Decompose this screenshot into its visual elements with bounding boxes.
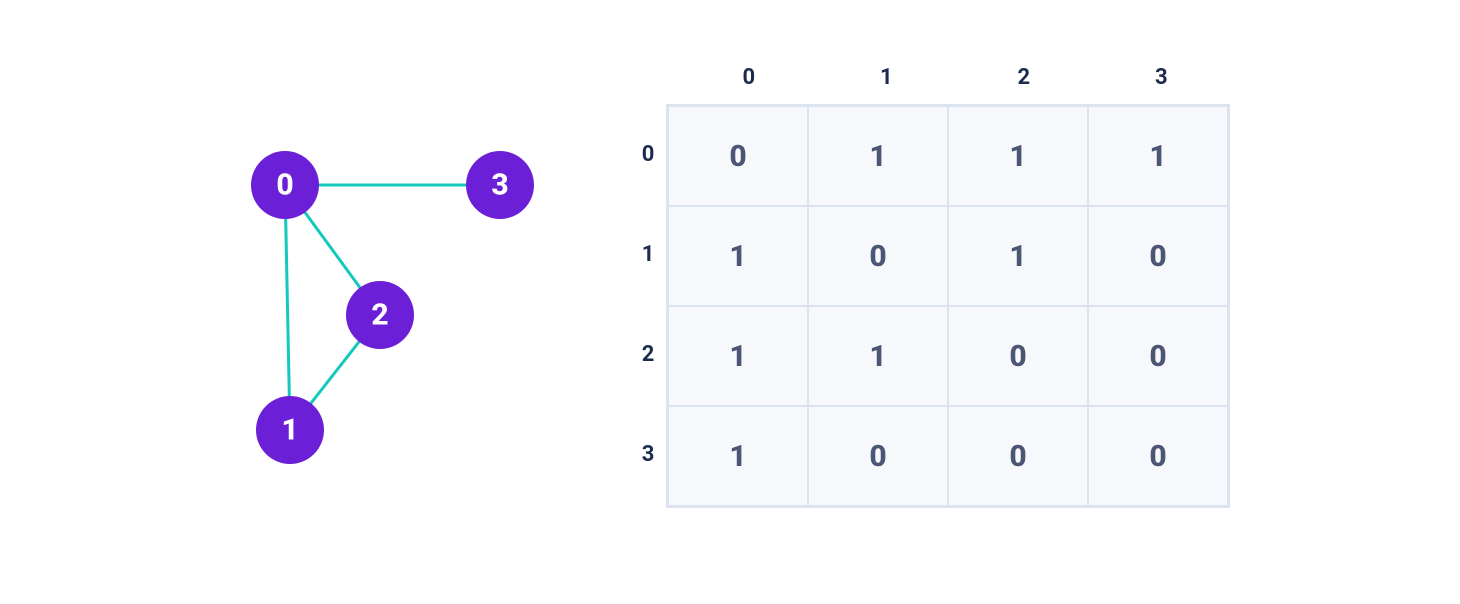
matrix-row-header: 1	[630, 204, 666, 304]
matrix-cell: 1	[668, 406, 808, 506]
graph-svg: 0 1 2 3	[230, 140, 560, 480]
matrix-cell: 0	[668, 106, 808, 206]
matrix-cell: 1	[808, 306, 948, 406]
matrix-cell: 0	[808, 206, 948, 306]
matrix-cell: 1	[808, 106, 948, 206]
graph-node-label: 1	[281, 413, 298, 448]
matrix-col-header: 0	[680, 65, 818, 104]
matrix-cell: 0	[1088, 306, 1228, 406]
graph-node: 3	[466, 151, 534, 219]
matrix-grid: 0111101011001000	[666, 104, 1230, 508]
matrix-cell: 0	[948, 406, 1088, 506]
graph-nodes: 0 1 2 3	[251, 151, 534, 464]
diagram-stage: 0123 0 1 2 3 0 1 2 3 0111101011001000	[0, 0, 1460, 604]
matrix-col-header: 2	[955, 65, 1093, 104]
matrix-col-headers: 0 1 2 3	[680, 65, 1230, 104]
matrix-cell: 1	[948, 106, 1088, 206]
graph-node: 1	[256, 396, 324, 464]
matrix-cell: 0	[808, 406, 948, 506]
graph-edge	[285, 185, 290, 430]
matrix-row-header: 0	[630, 104, 666, 204]
matrix-cell: 1	[668, 306, 808, 406]
graph-node-label: 0	[276, 168, 293, 203]
matrix-cell: 0	[1088, 206, 1228, 306]
graph-node: 2	[346, 281, 414, 349]
matrix-body: 0 1 2 3 0111101011001000	[630, 104, 1230, 508]
matrix-cell: 1	[668, 206, 808, 306]
matrix-row-header: 2	[630, 304, 666, 404]
graph-node-label: 2	[371, 298, 388, 333]
matrix-cell: 0	[948, 306, 1088, 406]
matrix-cell: 1	[948, 206, 1088, 306]
matrix-row-header: 3	[630, 404, 666, 504]
matrix-col-header: 3	[1093, 65, 1231, 104]
matrix-row-headers: 0 1 2 3	[630, 104, 666, 508]
graph-node: 0	[251, 151, 319, 219]
graph-container: 0 1 2 3	[230, 140, 560, 480]
adjacency-matrix: 0 1 2 3 0 1 2 3 0111101011001000	[630, 65, 1230, 508]
matrix-cell: 0	[1088, 406, 1228, 506]
graph-node-label: 3	[491, 168, 508, 203]
matrix-col-header: 1	[818, 65, 956, 104]
matrix-cell: 1	[1088, 106, 1228, 206]
